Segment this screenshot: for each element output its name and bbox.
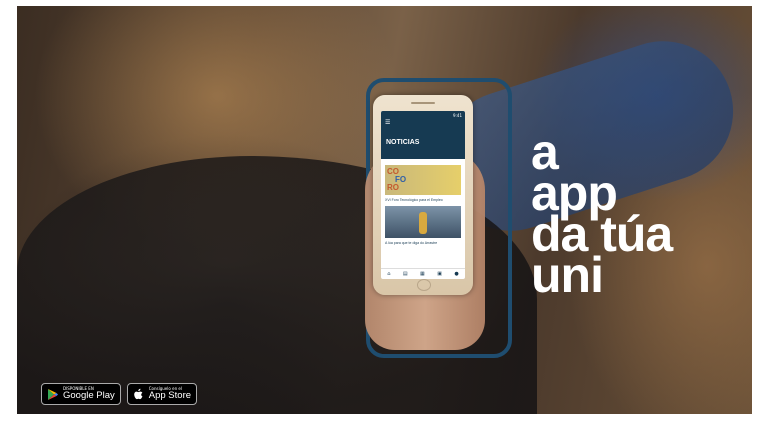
news-card-title[interactable]: XVI Foro Tecnológico para el Empleo <box>385 198 461 202</box>
phone-speaker <box>411 102 435 104</box>
google-play-icon <box>46 387 60 401</box>
apple-icon <box>132 387 146 401</box>
app-title: NOTICIAS <box>386 139 420 146</box>
grid-icon[interactable]: ▣ <box>437 271 442 277</box>
user-icon[interactable]: ● <box>454 271 458 277</box>
phone-mockup: 9:41 ☰ NOTICIAS CO FO RO XVI Foro Tecnol… <box>373 95 473 295</box>
apple-badge-label: App Store <box>148 390 192 402</box>
app-store-badge[interactable]: Consíguelo en el App Store <box>126 383 198 405</box>
phone-screen: 9:41 ☰ NOTICIAS CO FO RO XVI Foro Tecnol… <box>381 111 465 279</box>
news-icon[interactable]: ▤ <box>403 271 408 277</box>
home-icon[interactable]: ⌂ <box>387 271 390 277</box>
google-badge-label: Google Play <box>63 390 115 402</box>
calendar-icon[interactable]: ▦ <box>420 271 425 277</box>
headline: a app da túa uni <box>531 127 673 300</box>
store-badges: DISPONIBLE EN Google Play Consíguelo en … <box>41 383 198 405</box>
hamburger-icon: ☰ <box>385 119 391 126</box>
news-card-image: CO FO RO <box>385 165 461 195</box>
app-header: 9:41 ☰ NOTICIAS <box>381 111 465 159</box>
news-card-image <box>385 206 461 238</box>
image-word-3: RO <box>387 183 399 192</box>
status-bar: 9:41 <box>453 113 462 118</box>
home-button <box>417 279 431 291</box>
bottom-nav: ⌂ ▤ ▦ ▣ ● <box>381 268 465 279</box>
news-card-title[interactable]: A lúa para que te diga do Arrastre <box>385 241 461 245</box>
google-play-badge[interactable]: DISPONIBLE EN Google Play <box>41 383 121 405</box>
